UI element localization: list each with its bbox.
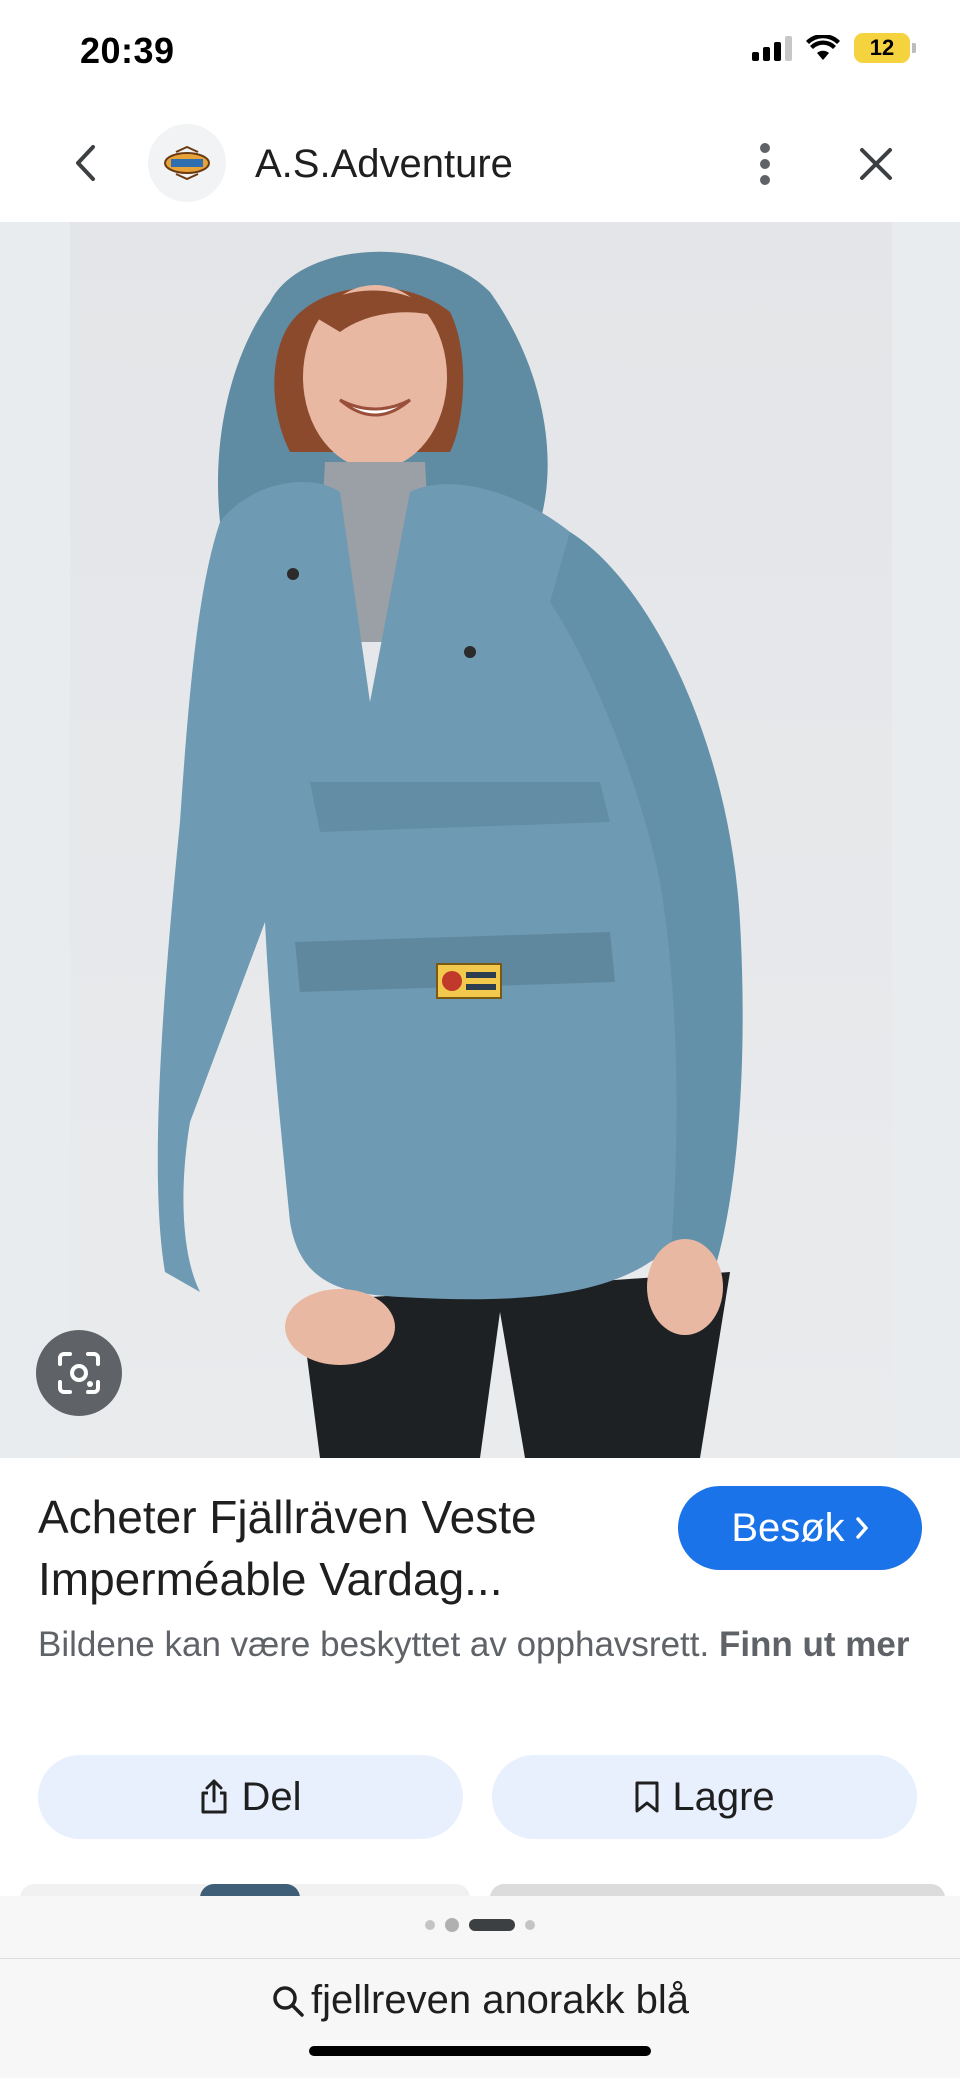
product-image[interactable] — [70, 222, 892, 1458]
status-bar: 20:39 12 — [0, 0, 960, 104]
save-label: Lagre — [672, 1774, 775, 1819]
status-icons: 12 — [752, 33, 916, 63]
home-indicator[interactable] — [309, 2046, 651, 2056]
wifi-icon — [806, 35, 840, 60]
image-viewer — [0, 222, 960, 1458]
site-header: A.S.Adventure — [0, 104, 960, 222]
copyright-notice: Bildene kan være beskyttet av opphavsret… — [38, 1620, 918, 1670]
site-logo[interactable] — [148, 124, 226, 202]
search-query-text: fjellreven anorakk blå — [311, 1978, 689, 2022]
search-icon — [273, 1985, 304, 2017]
bookmark-icon — [635, 1781, 659, 1813]
cellular-signal-icon — [752, 35, 792, 61]
visit-label: Besøk — [731, 1505, 845, 1550]
share-icon — [201, 1779, 227, 1814]
product-photo — [157, 251, 743, 1458]
divider — [0, 1958, 960, 1959]
visit-button[interactable]: Besøk — [678, 1486, 922, 1570]
more-vert-icon — [760, 143, 770, 185]
close-icon — [860, 148, 892, 180]
more-options-button[interactable] — [740, 134, 790, 194]
search-query-bar[interactable]: fjellreven anorakk blå — [0, 1978, 960, 2023]
site-name[interactable]: A.S.Adventure — [255, 142, 513, 187]
adventure-logo-icon — [164, 146, 210, 180]
copyright-text: Bildene kan være beskyttet av opphavsret… — [38, 1625, 719, 1664]
learn-more-link[interactable]: Finn ut mer — [719, 1625, 910, 1664]
chevron-right-icon — [855, 1517, 868, 1539]
result-title[interactable]: Acheter Fjällräven Veste Imperméable Var… — [38, 1486, 658, 1610]
battery-icon: 12 — [854, 33, 916, 63]
google-lens-icon — [58, 1352, 100, 1394]
share-label: Del — [241, 1774, 302, 1819]
status-time: 20:39 — [80, 30, 175, 71]
back-button[interactable] — [60, 138, 110, 188]
chevron-left-icon — [76, 145, 95, 181]
lens-search-button[interactable] — [36, 1330, 122, 1416]
close-button[interactable] — [850, 138, 902, 190]
page-indicator — [0, 1918, 960, 1932]
share-button[interactable]: Del — [38, 1755, 463, 1839]
save-button[interactable]: Lagre — [492, 1755, 917, 1839]
